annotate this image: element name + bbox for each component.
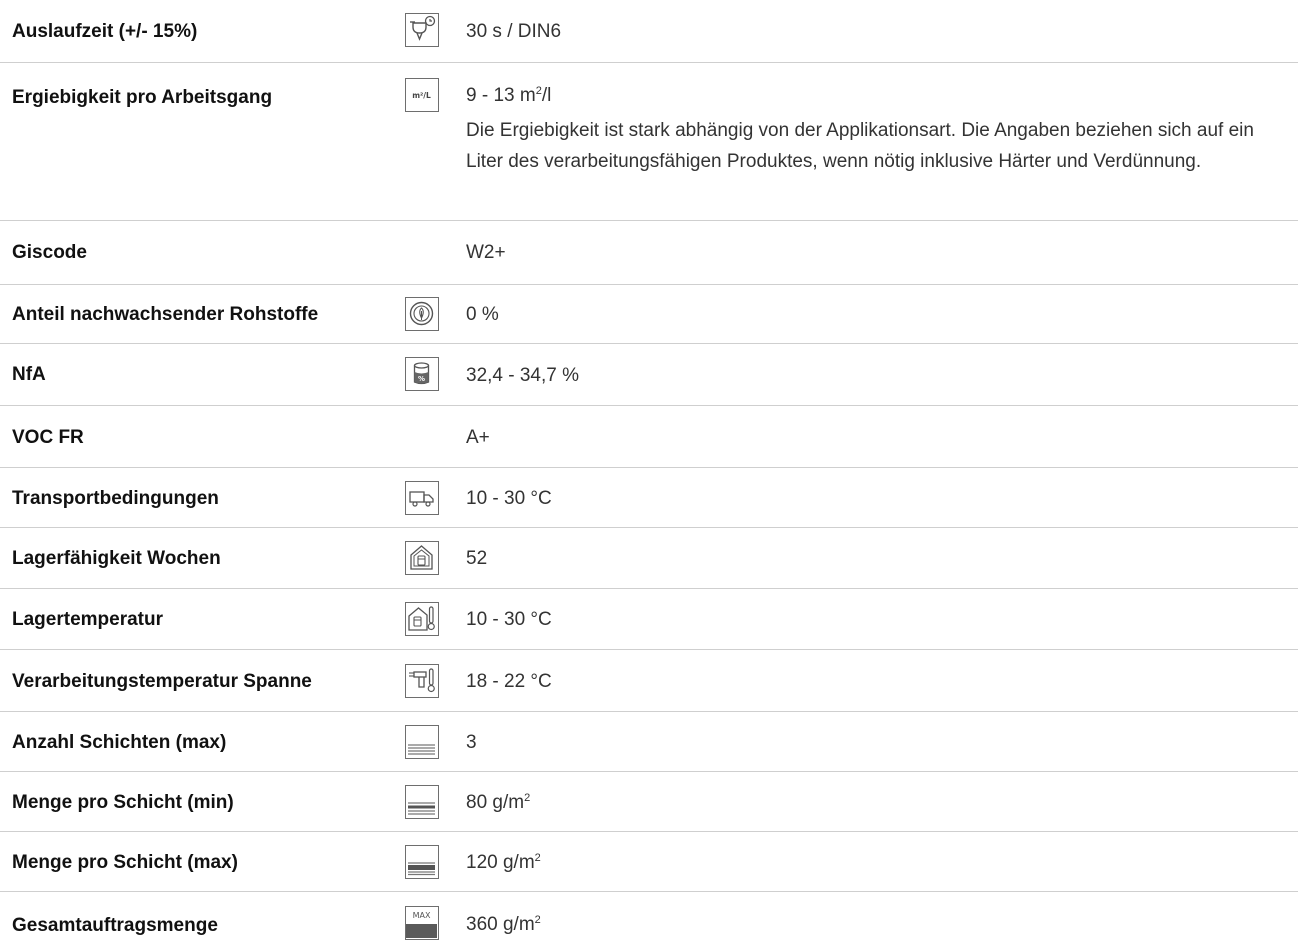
storage-temperature-icon [405, 602, 439, 636]
row-label: Auslaufzeit (+/- 15%) [12, 21, 198, 42]
row-value: 10 - 30 °C [466, 609, 552, 630]
renewable-leaf-icon [405, 297, 439, 331]
table-row: Auslaufzeit (+/- 15%) 30 s / DIN6 [0, 0, 1298, 63]
non-volatile-content-can-icon: % [405, 357, 439, 391]
row-label: Giscode [12, 242, 87, 263]
row-value: 9 - 13 m2/l [466, 85, 552, 106]
table-row: Menge pro Schicht (min) 80 g/m2 [0, 772, 1298, 832]
svg-text:MAX: MAX [413, 911, 431, 920]
row-value: 120 g/m2 [466, 852, 541, 873]
layer-amount-min-icon [405, 785, 439, 819]
table-row: Gesamtauftragsmenge MAX 360 g/m2 [0, 892, 1298, 945]
table-row: Verarbeitungstemperatur Spanne 18 - 22 °… [0, 650, 1298, 712]
layers-icon [405, 725, 439, 759]
row-description: Die Ergiebigkeit ist stark abhängig von … [466, 120, 1254, 172]
row-label: NfA [12, 364, 46, 385]
max-total-amount-icon: MAX [405, 906, 439, 940]
flow-cup-timer-icon [405, 13, 439, 47]
row-label: Menge pro Schicht (max) [12, 852, 238, 873]
row-label: Anzahl Schichten (max) [12, 732, 227, 753]
table-row: Ergiebigkeit pro Arbeitsgang m²/L 9 - 13… [0, 63, 1298, 221]
row-value: 0 % [466, 304, 499, 325]
table-row: NfA % 32,4 - 34,7 % [0, 344, 1298, 406]
row-label: Transportbedingungen [12, 488, 219, 509]
row-label: Verarbeitungstemperatur Spanne [12, 671, 312, 692]
row-value: 30 s / DIN6 [466, 21, 562, 42]
spray-gun-temperature-icon [405, 664, 439, 698]
row-value: W2+ [466, 242, 506, 263]
row-value: 18 - 22 °C [466, 671, 552, 692]
svg-text:m²/L: m²/L [412, 91, 431, 100]
row-value: A+ [466, 427, 490, 448]
table-row: Giscode W2+ [0, 221, 1298, 285]
row-value: 32,4 - 34,7 % [466, 365, 580, 386]
row-value: 52 [466, 548, 488, 569]
table-row: VOC FR A+ [0, 406, 1298, 468]
storage-house-icon [405, 541, 439, 575]
row-label: Gesamtauftragsmenge [12, 915, 218, 936]
table-row: Lagerfähigkeit Wochen 52 [0, 528, 1298, 589]
m2-per-liter-icon: m²/L [405, 78, 439, 112]
table-row: Anteil nachwachsender Rohstoffe 0 % [0, 285, 1298, 344]
table-row: Lagertemperatur 10 - 30 °C [0, 589, 1298, 650]
row-label: Ergiebigkeit pro Arbeitsgang [12, 87, 273, 108]
row-value: 10 - 30 °C [466, 488, 552, 509]
truck-icon [405, 481, 439, 515]
table-row: Menge pro Schicht (max) 120 g/m2 [0, 832, 1298, 892]
table-row: Anzahl Schichten (max) 3 [0, 712, 1298, 772]
row-label: Anteil nachwachsender Rohstoffe [12, 304, 319, 325]
svg-text:%: % [418, 375, 425, 383]
layer-amount-max-icon [405, 845, 439, 879]
row-label: Menge pro Schicht (min) [12, 792, 234, 813]
row-value: 80 g/m2 [466, 792, 531, 813]
row-label: Lagertemperatur [12, 609, 163, 630]
row-value: 3 [466, 732, 477, 753]
row-value: 360 g/m2 [466, 914, 541, 935]
row-label: Lagerfähigkeit Wochen [12, 548, 221, 569]
table-row: Transportbedingungen 10 - 30 °C [0, 468, 1298, 528]
row-label: VOC FR [12, 427, 84, 448]
